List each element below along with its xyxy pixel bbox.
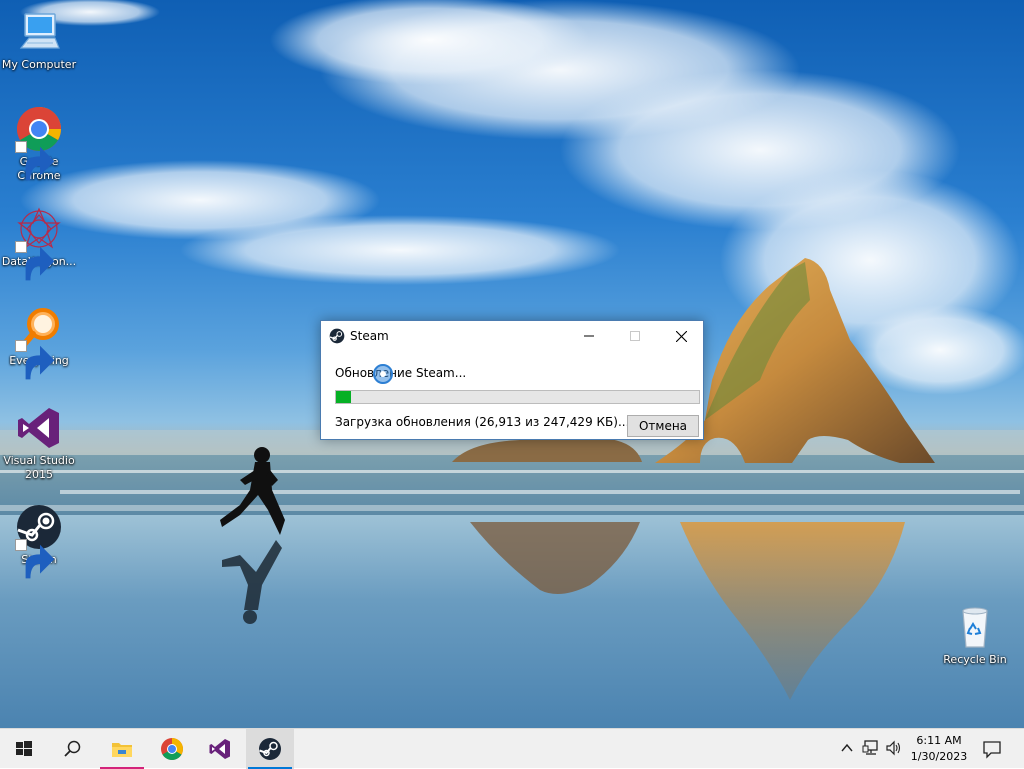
- chrome-icon: [15, 105, 63, 181]
- steam-icon: [15, 503, 63, 579]
- desktop-icon-label: My Computer: [1, 58, 77, 71]
- dialog-title: Steam: [350, 329, 389, 343]
- minimize-icon: [584, 335, 594, 337]
- download-progress-text: Загрузка обновления (26,913 из 247,429 К…: [335, 415, 630, 429]
- close-icon: [676, 331, 687, 342]
- maximize-button: [612, 321, 658, 351]
- search-button[interactable]: [48, 729, 96, 769]
- datawagon-icon: [15, 205, 63, 281]
- dialog-titlebar[interactable]: Steam: [321, 321, 703, 351]
- computer-icon: [15, 8, 63, 56]
- clock-date: 1/30/2023: [910, 750, 968, 763]
- progress-fill: [336, 391, 351, 403]
- cancel-button[interactable]: Отмена: [627, 415, 699, 437]
- close-button[interactable]: [658, 321, 704, 351]
- visual-studio-icon: [15, 404, 63, 452]
- chevron-up-icon[interactable]: [840, 740, 854, 756]
- desktop-icon-recycle-bin[interactable]: Recycle Bin: [936, 603, 1014, 667]
- magnifier-icon: [15, 304, 63, 380]
- desktop-icon-label: Recycle Bin: [943, 653, 1007, 666]
- desktop-icon-label: Visual Studio 2015: [3, 454, 75, 481]
- taskbar-steam[interactable]: [246, 729, 294, 769]
- volume-icon[interactable]: [885, 740, 903, 756]
- windows-start-icon: [16, 741, 32, 756]
- desktop-icon-datawagon[interactable]: DataWagon...: [0, 205, 78, 281]
- desktop-icon-visual-studio[interactable]: Visual Studio 2015: [0, 404, 78, 482]
- chrome-icon: [161, 738, 183, 760]
- shortcut-arrow-icon: [15, 539, 55, 579]
- file-explorer-icon: [112, 743, 132, 757]
- desktop-icon-steam[interactable]: Steam: [0, 503, 78, 579]
- steam-icon: [329, 328, 345, 344]
- shortcut-arrow-icon: [15, 141, 55, 181]
- recycle-bin-icon: [951, 603, 999, 651]
- desktop-icon-my-computer[interactable]: My Computer: [0, 8, 78, 72]
- busy-cursor-icon: [373, 364, 393, 384]
- clock-time: 6:11 AM: [916, 734, 962, 747]
- system-clock[interactable]: 6:11 AM 1/30/2023: [904, 733, 974, 765]
- maximize-icon: [630, 331, 640, 341]
- search-icon: [64, 740, 81, 757]
- steam-icon: [259, 738, 281, 760]
- minimize-button[interactable]: [566, 321, 612, 351]
- update-status-text: Обновление Steam...: [335, 366, 467, 380]
- taskbar: 6:11 AM 1/30/2023: [0, 728, 1024, 769]
- desktop-icon-everything[interactable]: Everything: [0, 304, 78, 380]
- network-icon[interactable]: [862, 740, 880, 756]
- action-center-icon[interactable]: [982, 739, 1002, 759]
- taskbar-visual-studio[interactable]: [196, 729, 244, 769]
- visual-studio-icon: [209, 739, 230, 759]
- desktop-icon-google-chrome[interactable]: Google Chrome: [0, 105, 78, 183]
- shortcut-arrow-icon: [15, 241, 55, 281]
- start-button[interactable]: [0, 729, 48, 769]
- update-progress-bar: [335, 390, 700, 404]
- taskbar-chrome[interactable]: [148, 729, 196, 769]
- taskbar-file-explorer[interactable]: [98, 729, 146, 769]
- shortcut-arrow-icon: [15, 340, 55, 380]
